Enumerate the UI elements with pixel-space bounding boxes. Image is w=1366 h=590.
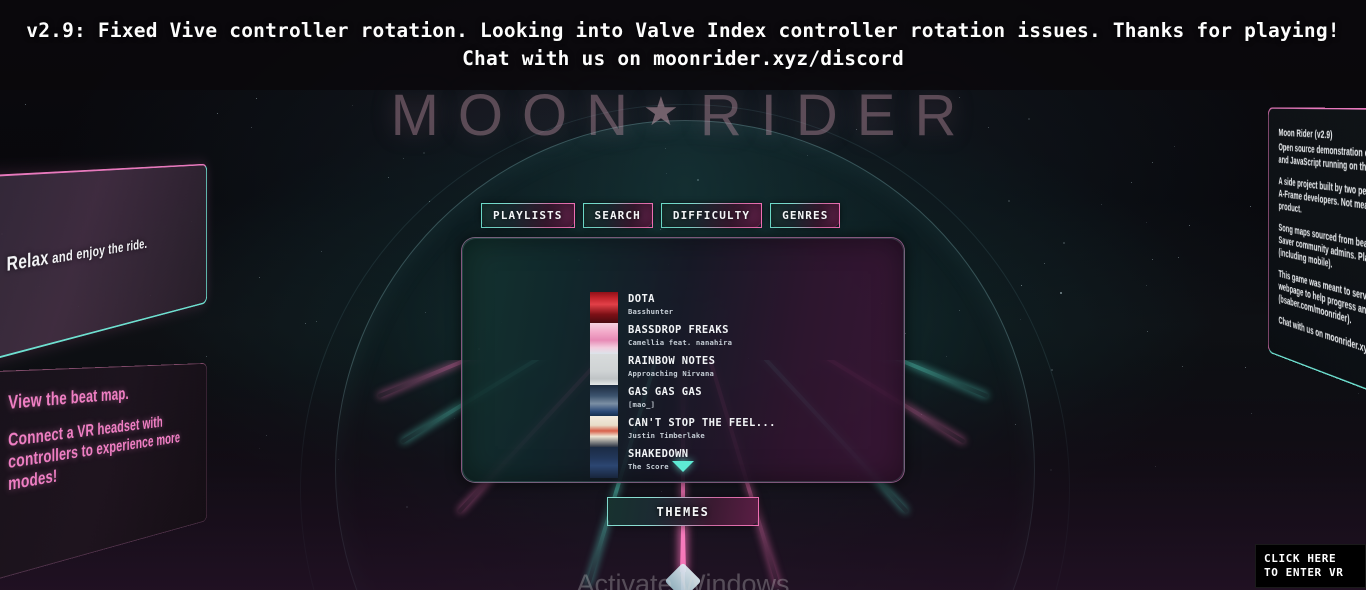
- star: [1152, 259, 1153, 260]
- song-meta: DOTA Basshunter: [618, 292, 673, 317]
- beatmap-hint-line1: View the beat map.: [8, 384, 129, 414]
- star: [856, 129, 857, 130]
- enter-vr-line2: TO ENTER VR: [1264, 566, 1344, 579]
- song-artist: Approaching Nirvana: [628, 369, 715, 378]
- star: [1101, 204, 1102, 205]
- menu-tabs: PLAYLISTS SEARCH DIFFICULTY GENRES: [461, 203, 905, 228]
- star: [1008, 200, 1010, 202]
- album-art-image: [590, 447, 618, 478]
- album-art-thumbnail: [590, 385, 618, 416]
- star: [1152, 162, 1153, 163]
- album-art-thumbnail: [590, 323, 618, 354]
- enter-vr-line1: CLICK HERE: [1264, 552, 1337, 565]
- song-title: SHAKEDOWN: [628, 448, 689, 460]
- album-art-thumbnail: [590, 416, 618, 447]
- song-meta: GAS GAS GAS [mao_]: [618, 385, 702, 410]
- star: [1189, 225, 1190, 226]
- tab-search[interactable]: SEARCH: [582, 203, 653, 228]
- song-meta: BASSDROP FREAKS Camellia feat. nanahira: [618, 323, 732, 348]
- enter-vr-button[interactable]: CLICK HERE TO ENTER VR: [1255, 544, 1366, 588]
- star: [403, 158, 404, 159]
- star: [1021, 285, 1022, 286]
- album-art-thumbnail: [590, 292, 618, 323]
- album-art-image: [590, 323, 618, 354]
- song-list-item[interactable]: BASSDROP FREAKS Camellia feat. nanahira: [590, 323, 894, 354]
- song-meta: CAN'T STOP THE FEEL... Justin Timberlake: [618, 416, 776, 441]
- star: [259, 277, 260, 278]
- song-list-item[interactable]: CAN'T STOP THE FEEL... Justin Timberlake: [590, 416, 894, 447]
- announcement-banner: v2.9: Fixed Vive controller rotation. Lo…: [0, 0, 1366, 90]
- star: [423, 152, 425, 154]
- cursor-diamond[interactable]: [664, 562, 702, 590]
- album-art-thumbnail: [590, 447, 618, 478]
- song-list-item[interactable]: SHAKEDOWN The Score: [590, 447, 894, 478]
- star: [217, 113, 218, 114]
- song-artist: Basshunter: [628, 307, 674, 316]
- tab-label: PLAYLISTS: [493, 209, 563, 222]
- album-art-image: [590, 354, 618, 385]
- album-art-image: [590, 416, 618, 447]
- tab-label: GENRES: [782, 209, 829, 222]
- star: [988, 127, 989, 128]
- tab-label: DIFFICULTY: [672, 209, 751, 222]
- tab-label: SEARCH: [594, 209, 641, 222]
- album-art-image: [590, 292, 618, 323]
- beatmap-hint-line2: Connect a VR headset with controllers to…: [8, 414, 181, 495]
- star: [25, 104, 26, 105]
- chevron-down-icon[interactable]: [672, 461, 694, 472]
- song-list-panel: DOTA Basshunter BASSDROP FREAKS Camellia fe…: [461, 237, 905, 483]
- star: [1174, 146, 1175, 147]
- tab-difficulty[interactable]: DIFFICULTY: [660, 203, 763, 228]
- song-list-item[interactable]: DOTA Basshunter: [590, 292, 894, 323]
- song-list: DOTA Basshunter BASSDROP FREAKS Camellia fe…: [590, 292, 894, 478]
- star: [1060, 292, 1062, 294]
- star: [305, 323, 306, 324]
- tab-genres[interactable]: GENRES: [770, 203, 841, 228]
- song-artist: [mao_]: [628, 400, 656, 409]
- star: [1147, 331, 1148, 332]
- star: [1250, 206, 1251, 207]
- album-art-image: [590, 385, 618, 416]
- star: [959, 97, 960, 98]
- tab-playlists[interactable]: PLAYLISTS: [481, 203, 575, 228]
- song-browser: PLAYLISTS SEARCH DIFFICULTY GENRES DOTA Bass…: [461, 203, 905, 483]
- star: [251, 127, 252, 128]
- themes-button[interactable]: THEMES: [607, 497, 759, 526]
- star: [1178, 257, 1179, 258]
- star: [388, 177, 389, 178]
- star: [316, 321, 317, 322]
- song-meta: RAINBOW NOTES Approaching Nirvana: [618, 354, 715, 379]
- song-title: DOTA: [628, 293, 655, 305]
- star: [352, 105, 353, 106]
- relax-rest: and enjoy the ride.: [48, 235, 148, 268]
- album-art-thumbnail: [590, 354, 618, 385]
- song-artist: Camellia feat. nanahira: [628, 338, 733, 347]
- song-title: GAS GAS GAS: [628, 386, 702, 398]
- relax-strong: Relax: [6, 247, 49, 276]
- song-list-item[interactable]: GAS GAS GAS [mao_]: [590, 385, 894, 416]
- themes-button-label: THEMES: [656, 504, 710, 519]
- star: [1131, 182, 1132, 183]
- star: [1146, 285, 1147, 286]
- star: [256, 98, 257, 99]
- star: [1063, 242, 1065, 244]
- star: [1146, 222, 1147, 223]
- moon-rider-app: MOON ★ RIDER Relax and enjoy the ride. V…: [0, 0, 1366, 590]
- star: [321, 251, 322, 252]
- song-title: CAN'T STOP THE FEEL...: [628, 417, 776, 429]
- star: [1028, 118, 1030, 120]
- announcement-text: v2.9: Fixed Vive controller rotation. Lo…: [26, 19, 1340, 70]
- song-artist: Justin Timberlake: [628, 431, 705, 440]
- star: [526, 100, 527, 101]
- song-list-item[interactable]: RAINBOW NOTES Approaching Nirvana: [590, 354, 894, 385]
- star: [206, 356, 207, 357]
- song-title: RAINBOW NOTES: [628, 355, 716, 367]
- star: [1044, 263, 1045, 264]
- song-title: BASSDROP FREAKS: [628, 324, 729, 336]
